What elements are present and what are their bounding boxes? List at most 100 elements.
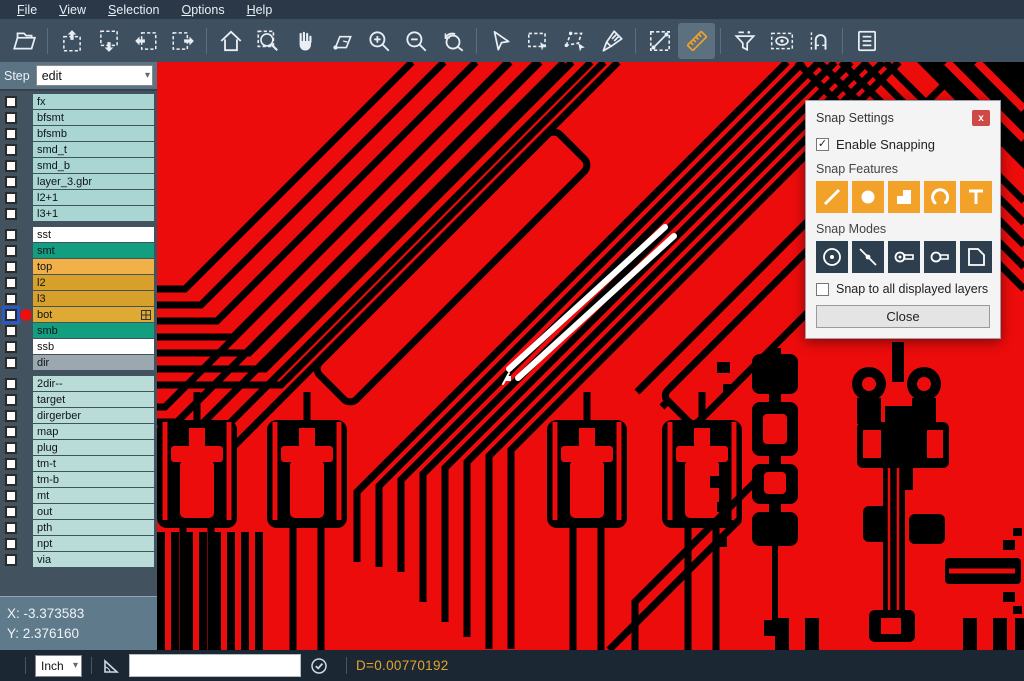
layer-row-top[interactable]: top xyxy=(0,259,157,274)
enable-snapping-checkbox[interactable]: ✓ xyxy=(816,138,829,151)
layer-checkbox[interactable] xyxy=(5,144,17,156)
layer-row-smt[interactable]: smt xyxy=(0,243,157,258)
view-options-button[interactable] xyxy=(763,23,800,59)
layer-checkbox[interactable] xyxy=(5,309,17,321)
layer-name[interactable]: bot xyxy=(33,307,154,322)
layer-row-dirgerber[interactable]: dirgerber xyxy=(0,408,157,423)
menu-options[interactable]: Options xyxy=(170,3,235,17)
select-rectangle-button[interactable] xyxy=(519,23,556,59)
select-polygon-button[interactable] xyxy=(556,23,593,59)
layer-name[interactable]: l2 xyxy=(33,275,154,290)
layer-name[interactable]: pth xyxy=(33,520,154,535)
layer-checkbox[interactable] xyxy=(5,357,17,369)
layer-checkbox[interactable] xyxy=(5,341,17,353)
zoom-polygon-button[interactable] xyxy=(323,23,360,59)
command-input[interactable] xyxy=(129,654,301,677)
pan-right-button[interactable] xyxy=(164,23,201,59)
zoom-area-button[interactable] xyxy=(249,23,286,59)
open-folder-button[interactable] xyxy=(5,23,42,59)
ruler-button[interactable] xyxy=(678,23,715,59)
layer-checkbox[interactable] xyxy=(5,176,17,188)
layer-checkbox[interactable] xyxy=(5,96,17,108)
layer-row-npt[interactable]: npt xyxy=(0,536,157,551)
snap-arc-button[interactable] xyxy=(924,181,956,213)
layer-name[interactable]: tm-t xyxy=(33,456,154,471)
layer-name[interactable]: dirgerber xyxy=(33,408,154,423)
layer-name[interactable]: smd_t xyxy=(33,142,154,157)
snap-all-layers-row[interactable]: Snap to all displayed layers xyxy=(816,282,990,296)
layer-row-out[interactable]: out xyxy=(0,504,157,519)
layer-row-map[interactable]: map xyxy=(0,424,157,439)
layer-name[interactable]: dir xyxy=(33,355,154,370)
layer-name[interactable]: 2dir-- xyxy=(33,376,154,391)
layer-name[interactable]: npt xyxy=(33,536,154,551)
apply-button[interactable] xyxy=(309,656,329,676)
layer-row-via[interactable]: via xyxy=(0,552,157,567)
report-button[interactable] xyxy=(848,23,885,59)
layer-checkbox[interactable] xyxy=(5,474,17,486)
layer-row-smd_t[interactable]: smd_t xyxy=(0,142,157,157)
mode-pad-entry-button[interactable] xyxy=(888,241,920,273)
layer-checkbox[interactable] xyxy=(5,506,17,518)
layer-row-sst[interactable]: sst xyxy=(0,227,157,242)
layer-checkbox[interactable] xyxy=(5,112,17,124)
layer-name[interactable]: out xyxy=(33,504,154,519)
unit-select[interactable]: Inch ▾ xyxy=(35,655,82,677)
menu-view[interactable]: View xyxy=(48,3,97,17)
layer-name[interactable]: bfsmt xyxy=(33,110,154,125)
layer-row-l3[interactable]: l3 xyxy=(0,291,157,306)
layer-name[interactable]: via xyxy=(33,552,154,567)
layer-name[interactable]: mt xyxy=(33,488,154,503)
layer-checkbox[interactable] xyxy=(5,128,17,140)
menu-help[interactable]: Help xyxy=(236,3,284,17)
layer-name[interactable]: target xyxy=(33,392,154,407)
layer-checkbox[interactable] xyxy=(5,261,17,273)
layer-row-mt[interactable]: mt xyxy=(0,488,157,503)
mode-pad-exit-button[interactable] xyxy=(924,241,956,273)
layer-name[interactable]: bfsmb xyxy=(33,126,154,141)
layer-row-l2+1[interactable]: l2+1 xyxy=(0,190,157,205)
layer-row-bot[interactable]: bot xyxy=(0,307,157,322)
layer-checkbox[interactable] xyxy=(5,410,17,422)
zoom-previous-button[interactable] xyxy=(434,23,471,59)
layer-checkbox[interactable] xyxy=(5,208,17,220)
layer-row-dir[interactable]: dir xyxy=(0,355,157,370)
snap-magnet-button[interactable] xyxy=(800,23,837,59)
layer-row-l2[interactable]: l2 xyxy=(0,275,157,290)
layer-checkbox[interactable] xyxy=(5,394,17,406)
layer-row-bfsmt[interactable]: bfsmt xyxy=(0,110,157,125)
menu-selection[interactable]: Selection xyxy=(97,3,170,17)
mode-center-button[interactable] xyxy=(816,241,848,273)
layer-name[interactable]: l3+1 xyxy=(33,206,154,221)
layer-name[interactable]: smd_b xyxy=(33,158,154,173)
layer-checkbox[interactable] xyxy=(5,245,17,257)
mode-contour-button[interactable] xyxy=(960,241,992,273)
layer-name[interactable]: smt xyxy=(33,243,154,258)
layer-checkbox[interactable] xyxy=(5,293,17,305)
angle-tool-button[interactable] xyxy=(101,656,121,676)
dialog-title-bar[interactable]: Snap Settings x xyxy=(816,108,990,128)
layer-name[interactable]: map xyxy=(33,424,154,439)
menu-file[interactable]: File xyxy=(6,3,48,17)
layer-row-l3+1[interactable]: l3+1 xyxy=(0,206,157,221)
layer-name[interactable]: l2+1 xyxy=(33,190,154,205)
close-icon[interactable]: x xyxy=(972,110,990,126)
layer-checkbox[interactable] xyxy=(5,538,17,550)
pan-up-button[interactable] xyxy=(53,23,90,59)
layer-row-ssb[interactable]: ssb xyxy=(0,339,157,354)
layer-name[interactable]: plug xyxy=(33,440,154,455)
pan-hand-button[interactable] xyxy=(286,23,323,59)
mode-point-on-line-button[interactable] xyxy=(852,241,884,273)
zoom-in-button[interactable] xyxy=(360,23,397,59)
layer-checkbox[interactable] xyxy=(5,458,17,470)
layer-row-smd_b[interactable]: smd_b xyxy=(0,158,157,173)
layer-checkbox[interactable] xyxy=(5,522,17,534)
zoom-out-button[interactable] xyxy=(397,23,434,59)
layer-name[interactable]: sst xyxy=(33,227,154,242)
layer-name[interactable]: l3 xyxy=(33,291,154,306)
layer-row-layer_3.gbr[interactable]: layer_3.gbr xyxy=(0,174,157,189)
snap-all-layers-checkbox[interactable] xyxy=(816,283,829,296)
layer-name[interactable]: top xyxy=(33,259,154,274)
layer-row-pth[interactable]: pth xyxy=(0,520,157,535)
home-view-button[interactable] xyxy=(212,23,249,59)
